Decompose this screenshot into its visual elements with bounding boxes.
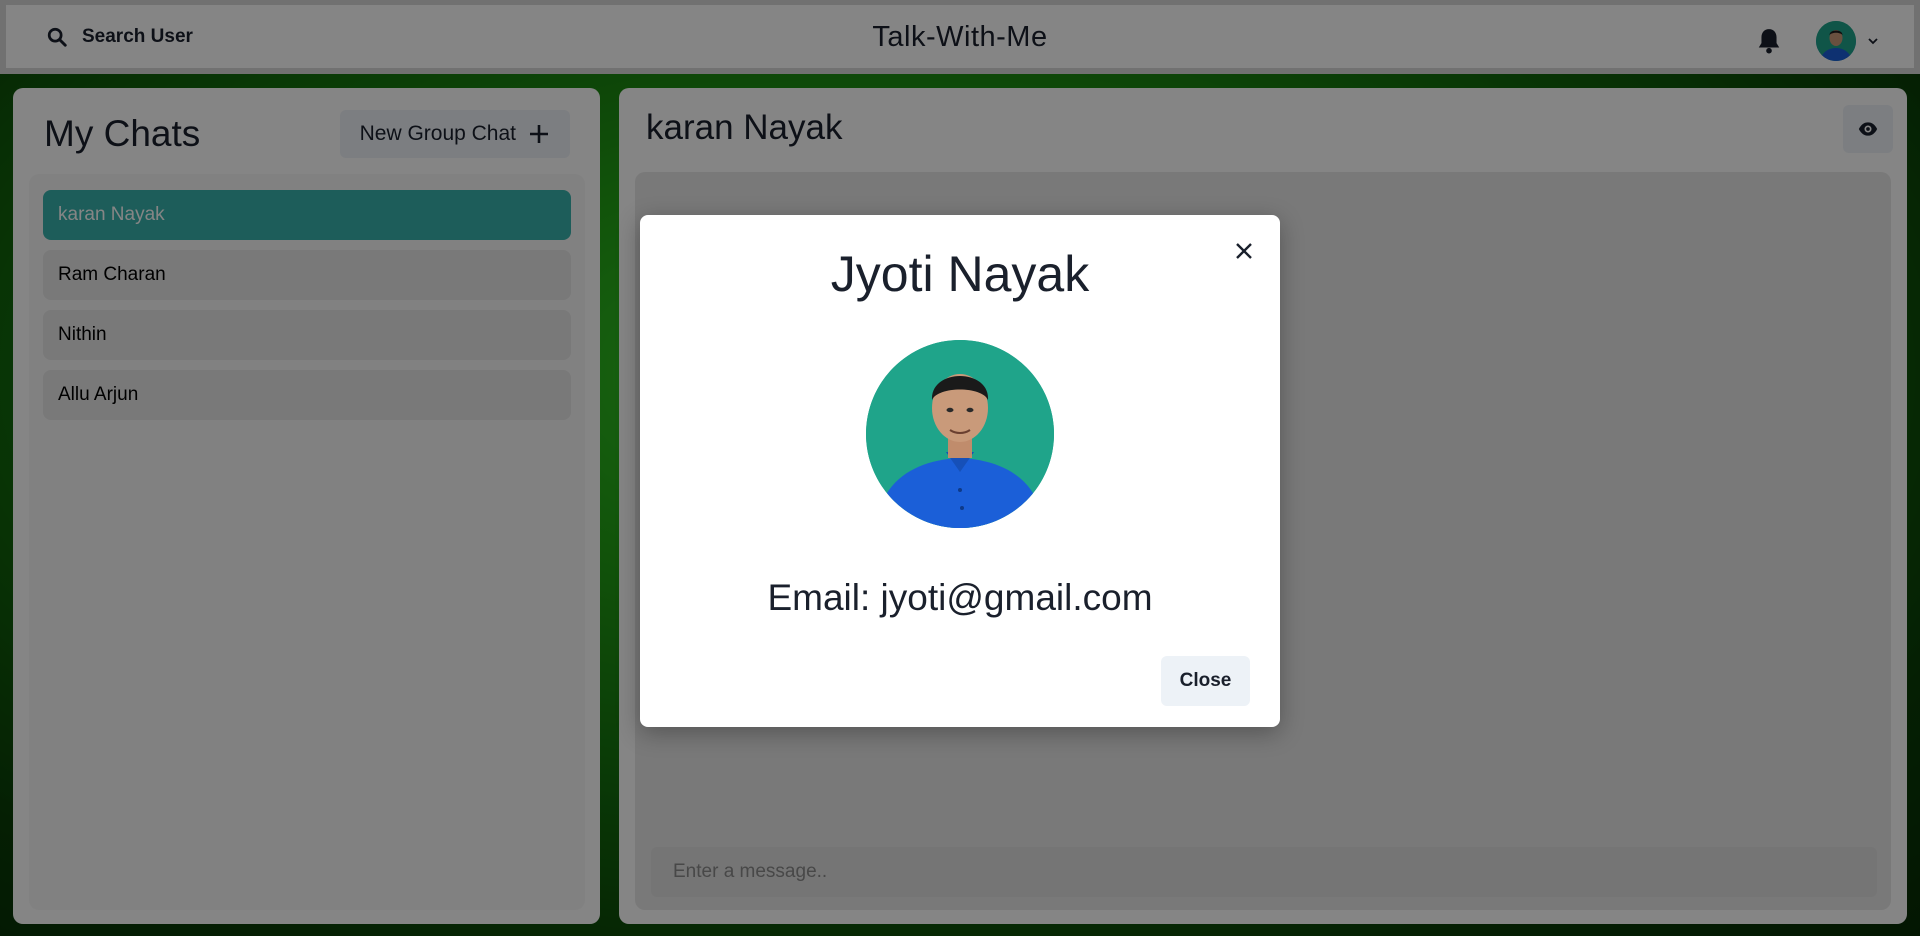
close-button[interactable]: Close xyxy=(1161,656,1250,706)
profile-picture xyxy=(866,340,1054,528)
modal-close-icon[interactable] xyxy=(1232,239,1256,263)
profile-modal: Jyoti Nayak Email: jyoti@gmail.com Close xyxy=(640,215,1280,727)
profile-email: Email: jyoti@gmail.com xyxy=(767,577,1153,618)
modal-title: Jyoti Nayak xyxy=(830,246,1090,302)
close-icon xyxy=(1236,243,1252,259)
